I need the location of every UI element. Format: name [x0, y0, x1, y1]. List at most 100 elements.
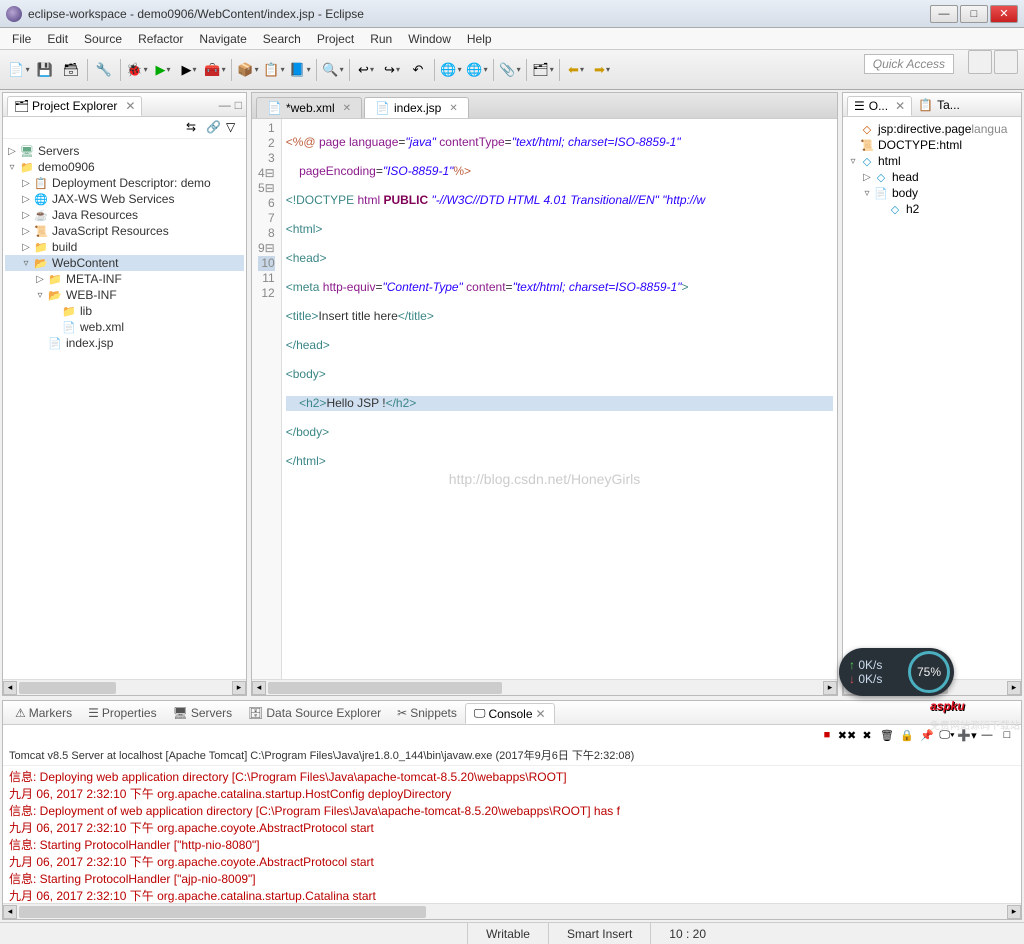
body-element-icon: 📄 — [873, 186, 889, 200]
editor-hscroll[interactable]: ◂▸ — [252, 679, 837, 695]
tab-properties[interactable]: ☰ Properties — [80, 704, 164, 722]
console-process-label: Tomcat v8.5 Server at localhost [Apache … — [3, 745, 1021, 766]
explorer-hscroll[interactable]: ◂▸ — [3, 679, 246, 695]
tool-icon[interactable]: 🔧 — [93, 59, 115, 81]
folder-icon: 📂 — [33, 256, 49, 270]
folder-icon: 📁 — [33, 240, 49, 254]
doctype-icon: 📜 — [859, 138, 875, 152]
js-res-icon: 📜 — [33, 224, 49, 238]
maximize-button[interactable]: □ — [960, 5, 988, 23]
project-explorer-tab[interactable]: 🗂 Project Explorer ✕ — [7, 96, 142, 116]
site-logo: aspku 免费网站源码下载站 — [930, 686, 1020, 732]
minimize-button[interactable]: — — [930, 5, 958, 23]
window-title: eclipse-workspace - demo0906/WebContent/… — [28, 7, 930, 21]
tab-dse[interactable]: 🗄 Data Source Explorer — [240, 704, 389, 722]
collapse-all-icon[interactable]: ⇆ — [186, 120, 202, 136]
outline-tab[interactable]: ☰O...✕ — [847, 96, 912, 116]
nav-widget-3[interactable]: 📎 — [499, 59, 521, 81]
folder-icon: 📁 — [47, 272, 63, 286]
outline-tree[interactable]: ◇jsp:directive.page langua 📜DOCTYPE:html… — [843, 117, 1021, 679]
search-button[interactable]: 🔍 — [322, 59, 344, 81]
menu-refactor[interactable]: Refactor — [130, 30, 191, 48]
new-button[interactable]: 📄 — [8, 59, 30, 81]
forward-button[interactable]: ➡ — [591, 59, 613, 81]
last-edit-button[interactable]: ↶ — [407, 59, 429, 81]
tab-console[interactable]: 🖵 Console ✕ — [465, 703, 555, 724]
minimize-view-icon[interactable]: — — [219, 98, 231, 112]
view-menu-icon[interactable]: ▽ — [226, 120, 242, 136]
project-explorer-icon: 🗂 — [14, 99, 28, 113]
close-tab-icon[interactable]: ✕ — [449, 103, 457, 114]
project-icon: 📁 — [19, 160, 35, 174]
xml-file-icon: 📄 — [267, 101, 282, 115]
new-server-button[interactable]: 📦 — [237, 59, 259, 81]
maximize-view-icon[interactable]: □ — [235, 98, 242, 112]
save-all-button[interactable]: 🗃 — [60, 59, 82, 81]
workspace: 🗂 Project Explorer ✕ — □ ⇆ 🔗 ▽ ▷🖥Servers… — [0, 90, 1024, 698]
annotation-next-button[interactable]: ↪ — [381, 59, 403, 81]
tab-servers[interactable]: 🖥 Servers — [165, 704, 241, 722]
project-tree[interactable]: ▷🖥Servers ▿📁demo0906 ▷📋Deployment Descri… — [3, 139, 246, 679]
clear-console-button[interactable]: 🗑 — [879, 727, 895, 743]
menu-run[interactable]: Run — [362, 30, 400, 48]
link-editor-icon[interactable]: 🔗 — [206, 120, 222, 136]
jsp-file-icon: 📄 — [375, 101, 390, 115]
status-cursor-pos: 10 : 20 — [650, 923, 724, 944]
tab-snippets[interactable]: ✂ Snippets — [389, 704, 465, 722]
run-button[interactable]: ▶ — [152, 59, 174, 81]
run-server-button[interactable]: ▶ — [178, 59, 200, 81]
tab-markers[interactable]: ⚠ Markers — [7, 704, 80, 722]
jsp-file-icon: 📄 — [47, 336, 63, 350]
java-ee-perspective-button[interactable] — [994, 50, 1018, 74]
bottom-panel: ⚠ Markers ☰ Properties 🖥 Servers 🗄 Data … — [2, 700, 1022, 920]
debug-button[interactable]: 🐞 — [126, 59, 148, 81]
quick-access-field[interactable]: Quick Access — [864, 54, 954, 74]
bottom-tabs: ⚠ Markers ☰ Properties 🖥 Servers 🗄 Data … — [3, 701, 1021, 725]
tab-indexjsp[interactable]: 📄index.jsp✕ — [364, 97, 469, 118]
menu-window[interactable]: Window — [400, 30, 459, 48]
back-button[interactable]: ⬅ — [565, 59, 587, 81]
tasklist-tab[interactable]: 📋Ta... — [912, 96, 966, 114]
eclipse-icon — [6, 6, 22, 22]
console-hscroll[interactable]: ◂▸ — [3, 903, 1021, 919]
terminate-button[interactable]: ■ — [819, 727, 835, 743]
project-explorer-view: 🗂 Project Explorer ✕ — □ ⇆ 🔗 ▽ ▷🖥Servers… — [2, 92, 247, 696]
html-element-icon: ◇ — [859, 154, 875, 168]
window-controls: — □ ✕ — [930, 5, 1018, 23]
close-tab-icon[interactable]: ✕ — [343, 103, 351, 114]
remove-button[interactable]: ✖ — [859, 727, 875, 743]
menu-search[interactable]: Search — [255, 30, 309, 48]
annotation-prev-button[interactable]: ↩ — [355, 59, 377, 81]
deployment-icon: 📋 — [33, 176, 49, 190]
external-tools-button[interactable]: 🧰 — [204, 59, 226, 81]
open-type-button[interactable]: 📘 — [289, 59, 311, 81]
menu-file[interactable]: File — [4, 30, 39, 48]
menu-source[interactable]: Source — [76, 30, 130, 48]
tab-webxml[interactable]: 📄*web.xml✕ — [256, 97, 362, 118]
menu-project[interactable]: Project — [309, 30, 362, 48]
outline-icon: ☰ — [854, 99, 865, 113]
nav-widget-4[interactable]: 🗂 — [532, 59, 554, 81]
scroll-lock-button[interactable]: 🔒 — [899, 727, 915, 743]
new-file-button[interactable]: 📋 — [263, 59, 285, 81]
editor-view: 📄*web.xml✕ 📄index.jsp✕ 1234⊟5⊟6789⊟10111… — [251, 92, 838, 696]
code-editor[interactable]: 1234⊟5⊟6789⊟101112 <%@ page language="ja… — [252, 119, 837, 679]
menu-navigate[interactable]: Navigate — [191, 30, 254, 48]
view-close-icon[interactable]: ✕ — [125, 99, 135, 113]
xml-file-icon: 📄 — [61, 320, 77, 334]
status-insert: Smart Insert — [548, 923, 650, 944]
menu-edit[interactable]: Edit — [39, 30, 76, 48]
open-perspective-button[interactable] — [968, 50, 992, 74]
console-output[interactable]: 信息: Deploying web application directory … — [3, 766, 1021, 903]
code-content[interactable]: <%@ page language="java" contentType="te… — [282, 119, 837, 679]
save-button[interactable]: 💾 — [34, 59, 56, 81]
menu-help[interactable]: Help — [459, 30, 500, 48]
close-button[interactable]: ✕ — [990, 5, 1018, 23]
menubar: File Edit Source Refactor Navigate Searc… — [0, 28, 1024, 50]
nav-widget-2[interactable]: 🌐 — [466, 59, 488, 81]
head-element-icon: ◇ — [873, 170, 889, 184]
status-writable: Writable — [467, 923, 548, 944]
jaxws-icon: 🌐 — [33, 192, 49, 206]
remove-all-button[interactable]: ✖✖ — [839, 727, 855, 743]
nav-widget-1[interactable]: 🌐 — [440, 59, 462, 81]
